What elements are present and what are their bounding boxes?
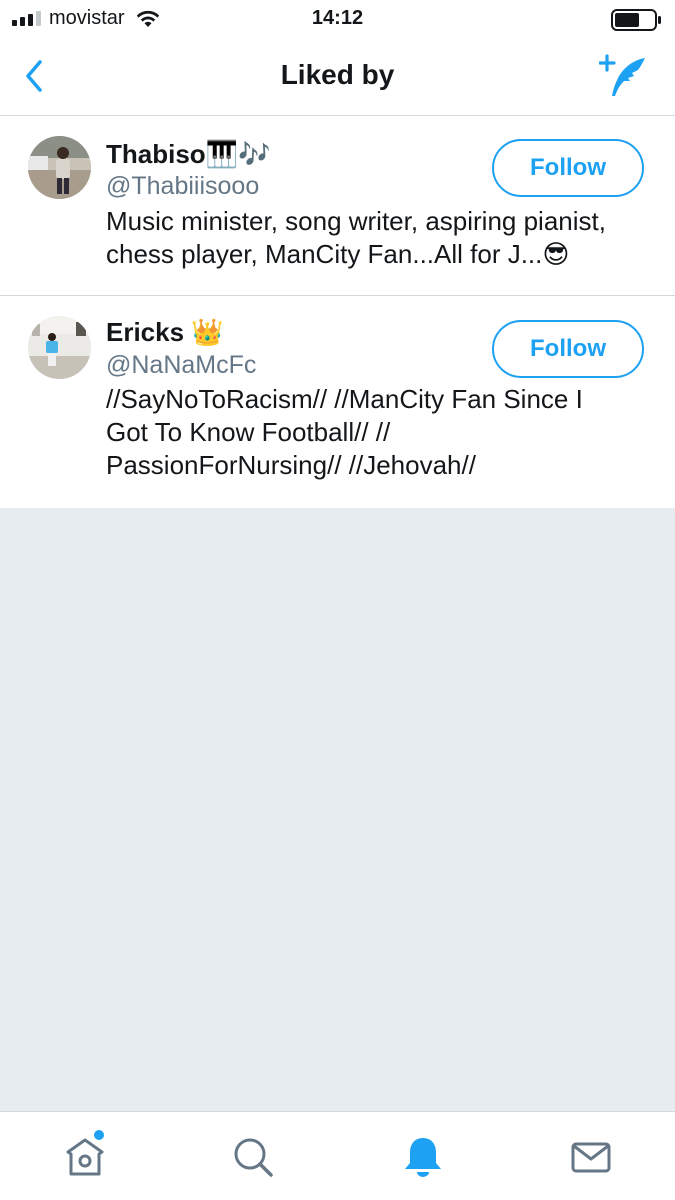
clock: 14:12 <box>311 7 364 29</box>
bell-icon <box>405 1138 441 1177</box>
user-row[interactable]: Ericks 👑 @NaNaMcFc //SayNoToRacism// //M… <box>0 296 675 508</box>
status-bar: movistar 14:12 <box>0 0 675 38</box>
tab-messages[interactable] <box>566 1132 616 1182</box>
mail-icon <box>571 1142 611 1173</box>
page-title: Liked by <box>280 59 395 90</box>
display-name-text: Thabiso <box>106 139 206 169</box>
display-name[interactable]: Thabiso🎹🎶 <box>106 139 270 170</box>
username-handle: @NaNaMcFc <box>106 351 257 379</box>
display-name-text: Ericks <box>106 317 185 347</box>
bio-emoji: 😎 <box>542 240 570 270</box>
tab-bar <box>0 1111 675 1200</box>
user-bio: //SayNoToRacism// //ManCity Fan Since I … <box>106 383 616 482</box>
display-name-emoji: 👑 <box>191 318 224 348</box>
search-icon <box>234 1138 273 1177</box>
new-content-dot <box>94 1130 104 1140</box>
display-name-emoji: 🎹🎶 <box>205 140 271 170</box>
avatar[interactable] <box>28 136 91 199</box>
avatar[interactable] <box>28 316 91 379</box>
home-icon <box>66 1138 104 1176</box>
tab-home[interactable] <box>60 1130 110 1182</box>
user-row[interactable]: Thabiso🎹🎶 @Thabiiisooo Music minister, s… <box>0 116 675 296</box>
follow-button[interactable]: Follow <box>492 139 644 197</box>
follow-button[interactable]: Follow <box>492 320 644 378</box>
navigation-bar: Liked by <box>0 38 675 116</box>
username-handle: @Thabiiisooo <box>106 172 260 200</box>
compose-quill-icon[interactable] <box>599 54 649 98</box>
battery-icon <box>611 9 661 31</box>
bio-text: //SayNoToRacism// //ManCity Fan Since I … <box>106 384 583 480</box>
tab-search[interactable] <box>228 1132 278 1182</box>
liked-by-list: Thabiso🎹🎶 @Thabiiisooo Music minister, s… <box>0 116 675 508</box>
display-name[interactable]: Ericks 👑 <box>106 317 224 348</box>
user-bio: Music minister, song writer, aspiring pi… <box>106 205 651 272</box>
bio-text: Music minister, song writer, aspiring pi… <box>106 206 606 269</box>
tab-notifications[interactable] <box>398 1132 448 1182</box>
